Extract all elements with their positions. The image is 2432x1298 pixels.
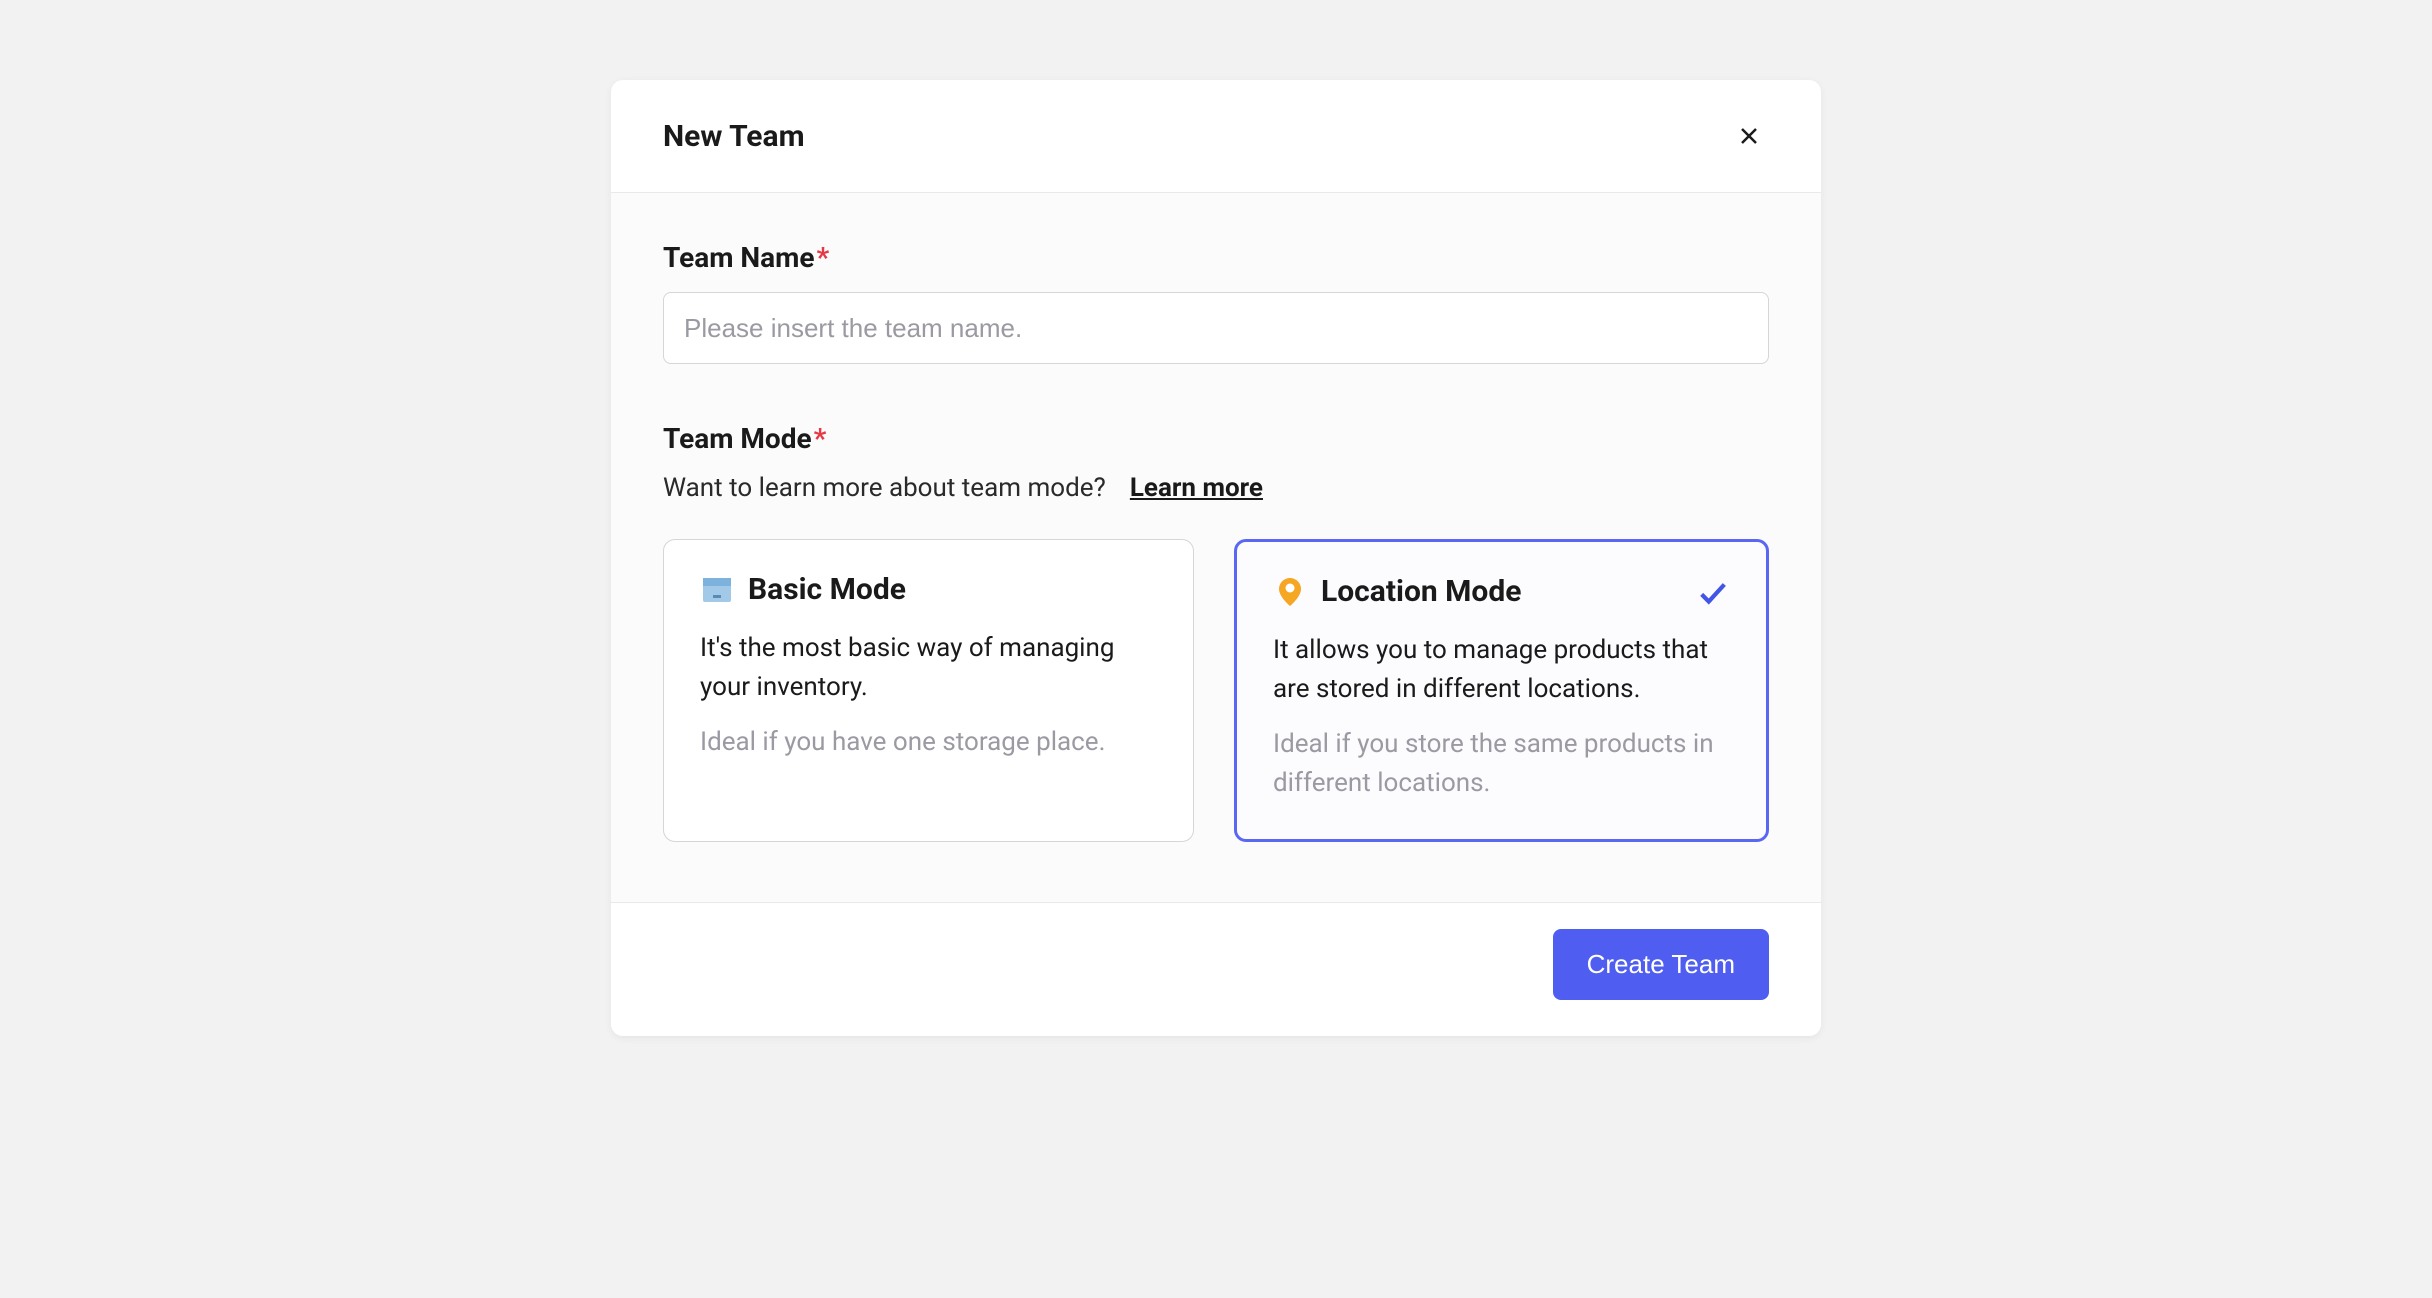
- team-name-label-text: Team Name: [663, 241, 815, 274]
- team-name-label: Team Name*: [663, 241, 1769, 274]
- mode-card-location[interactable]: Location Mode It allows you to manage pr…: [1234, 539, 1769, 842]
- box-icon: [700, 573, 734, 607]
- card-header: Basic Mode: [700, 572, 1157, 607]
- team-mode-label: Team Mode*: [663, 422, 1769, 455]
- card-description: It's the most basic way of managing your…: [700, 629, 1157, 707]
- card-subdescription: Ideal if you have one storage place.: [700, 723, 1157, 762]
- team-mode-help-row: Want to learn more about team mode? Lear…: [663, 473, 1769, 503]
- modal-body: Team Name* Team Mode* Want to learn more…: [611, 193, 1821, 902]
- location-pin-icon: [1273, 575, 1307, 609]
- close-icon: [1737, 124, 1761, 148]
- modal-title: New Team: [663, 119, 805, 154]
- create-team-button[interactable]: Create Team: [1553, 929, 1769, 1000]
- team-mode-label-text: Team Mode: [663, 422, 812, 455]
- team-mode-help-text: Want to learn more about team mode?: [663, 473, 1106, 503]
- close-button[interactable]: [1729, 116, 1769, 156]
- required-indicator: *: [814, 422, 827, 455]
- modal-header: New Team: [611, 80, 1821, 193]
- learn-more-link[interactable]: Learn more: [1130, 473, 1263, 503]
- required-indicator: *: [817, 241, 830, 274]
- modal-footer: Create Team: [611, 902, 1821, 1036]
- card-header: Location Mode: [1273, 574, 1730, 609]
- mode-cards-row: Basic Mode It's the most basic way of ma…: [663, 539, 1769, 842]
- new-team-modal: New Team Team Name* Team Mode* Want to l…: [611, 80, 1821, 1036]
- card-description: It allows you to manage products that ar…: [1273, 631, 1730, 709]
- card-subdescription: Ideal if you store the same products in …: [1273, 725, 1730, 803]
- card-title: Basic Mode: [748, 572, 906, 607]
- team-name-input[interactable]: [663, 292, 1769, 364]
- card-title: Location Mode: [1321, 574, 1521, 609]
- check-icon: [1696, 576, 1730, 610]
- team-mode-section: Team Mode* Want to learn more about team…: [663, 422, 1769, 842]
- mode-card-basic[interactable]: Basic Mode It's the most basic way of ma…: [663, 539, 1194, 842]
